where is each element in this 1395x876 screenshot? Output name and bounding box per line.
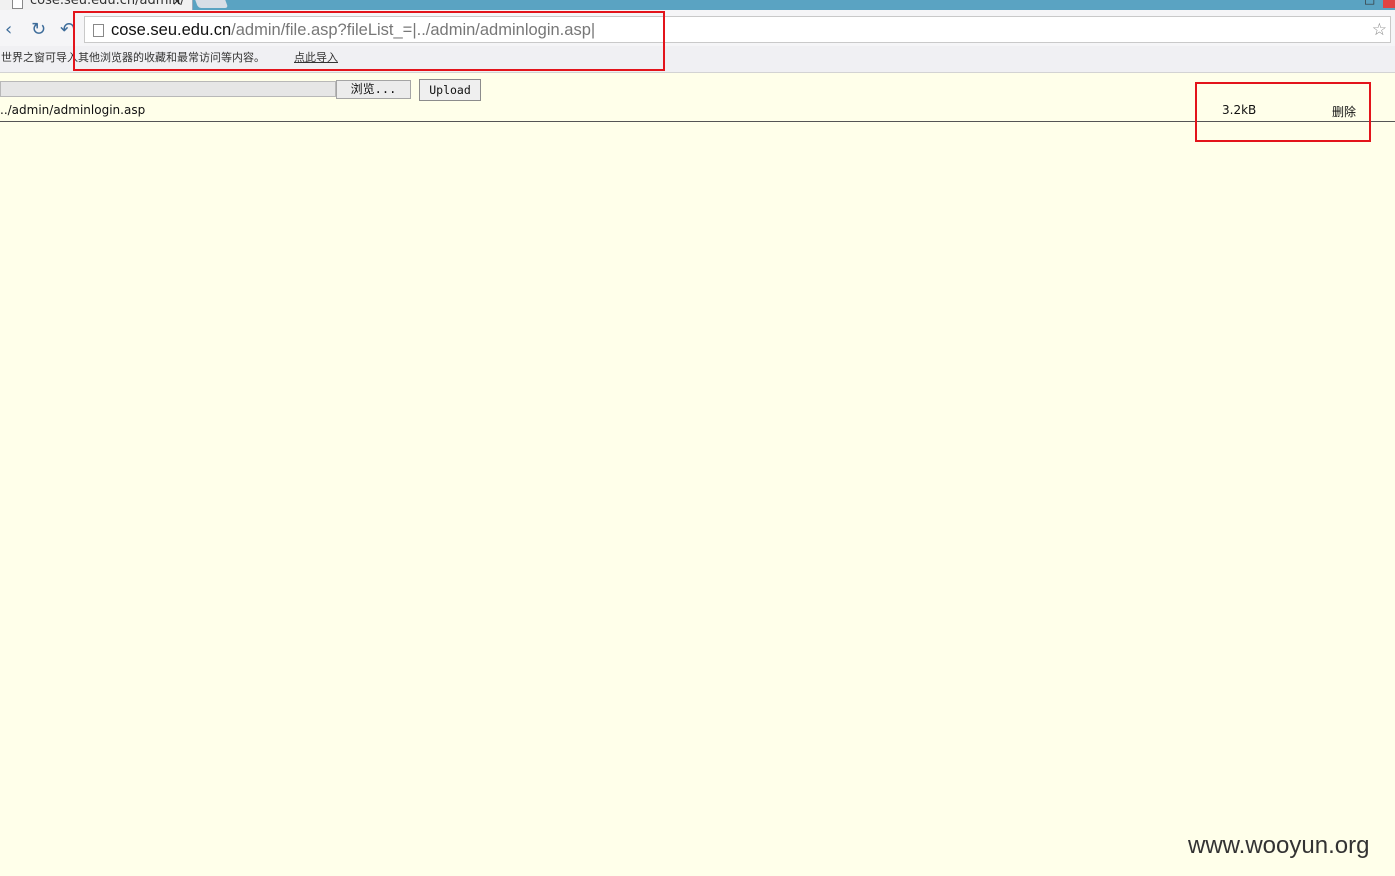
tab-title: cose.seu.edu.cn/admin/ [30,0,185,8]
url-highlight-box [73,11,665,71]
file-path-input[interactable] [0,81,336,97]
browser-tab[interactable]: cose.seu.edu.cn/admin/ × [0,0,193,10]
refresh-icon[interactable]: ↻ [31,21,46,39]
window-close-button[interactable] [1383,0,1395,8]
new-tab-button[interactable] [193,0,229,8]
watermark: www.wooyun.org [1188,832,1370,859]
page-icon [12,0,23,9]
browse-button[interactable]: 浏览... [336,80,411,99]
title-bar: cose.seu.edu.cn/admin/ × – □ [0,0,1395,10]
minimize-icon[interactable]: – [1338,0,1344,6]
file-size-highlight-box [1195,82,1371,142]
back-icon[interactable]: ‹ [5,21,12,39]
tab-close-icon[interactable]: × [172,0,182,8]
upload-button[interactable]: Upload [419,79,481,101]
bookmark-star-icon[interactable]: ☆ [1372,20,1387,40]
file-name: ../admin/adminlogin.asp [0,103,146,117]
file-row: ../admin/adminlogin.asp 3.2kB 删除 [0,102,1395,122]
maximize-icon[interactable]: □ [1364,0,1375,6]
